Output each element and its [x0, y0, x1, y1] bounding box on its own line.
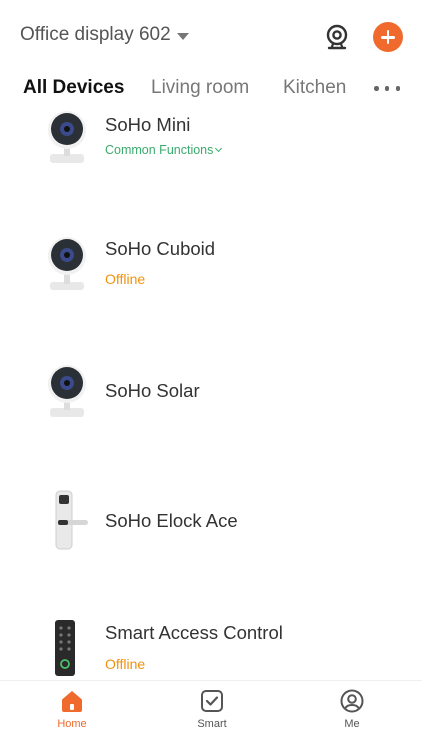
camera-icon — [44, 234, 90, 296]
device-item-soho-solar[interactable]: SoHo Solar — [0, 362, 422, 452]
device-item-smart-access-control[interactable]: Smart Access Control Offline — [0, 616, 422, 680]
camera-icon — [44, 364, 90, 426]
device-name: SoHo Cuboid — [105, 238, 216, 259]
caret-down-icon — [176, 32, 189, 40]
camera-icon — [44, 110, 90, 172]
chevron-down-icon — [215, 144, 223, 153]
device-subtitle: Common Functions — [105, 143, 214, 157]
tab-living-room[interactable]: Living room — [151, 77, 249, 99]
profile-icon — [340, 689, 364, 713]
device-name: SoHo Mini — [105, 114, 191, 135]
device-status: Offline — [105, 656, 146, 672]
bottom-nav: Home Smart Me — [0, 680, 422, 750]
nav-home[interactable]: Home — [32, 689, 112, 730]
common-functions-link[interactable]: Common Functions — [105, 143, 223, 157]
nav-me[interactable]: Me — [312, 689, 392, 730]
tab-all-devices[interactable]: All Devices — [23, 77, 124, 99]
nav-home-label: Home — [57, 718, 87, 730]
add-device-button[interactable] — [373, 22, 403, 52]
checkbox-icon — [201, 690, 223, 712]
nav-smart-label: Smart — [197, 718, 227, 730]
home-selector[interactable]: Office display 602 — [20, 24, 189, 46]
device-item-soho-cuboid[interactable]: SoHo Cuboid Offline — [0, 232, 422, 322]
device-name: Smart Access Control — [105, 622, 283, 643]
device-name: SoHo Elock Ace — [105, 510, 238, 531]
more-tabs-icon[interactable] — [374, 86, 400, 94]
device-status: Offline — [105, 271, 146, 287]
device-item-soho-mini[interactable]: SoHo Mini Common Functions — [0, 108, 422, 198]
nav-me-label: Me — [344, 718, 360, 730]
keypad-icon — [44, 620, 90, 680]
device-item-soho-elock-ace[interactable]: SoHo Elock Ace — [0, 488, 422, 558]
tab-kitchen[interactable]: Kitchen — [283, 77, 346, 99]
door-lock-icon — [44, 490, 90, 552]
home-title: Office display 602 — [20, 24, 171, 45]
webcam-icon[interactable] — [322, 22, 352, 52]
room-tabs: All Devices Living room Kitchen — [0, 72, 422, 108]
home-icon — [62, 691, 82, 712]
device-name: SoHo Solar — [105, 380, 200, 401]
header: Office display 602 — [0, 0, 422, 72]
nav-smart[interactable]: Smart — [172, 689, 252, 730]
